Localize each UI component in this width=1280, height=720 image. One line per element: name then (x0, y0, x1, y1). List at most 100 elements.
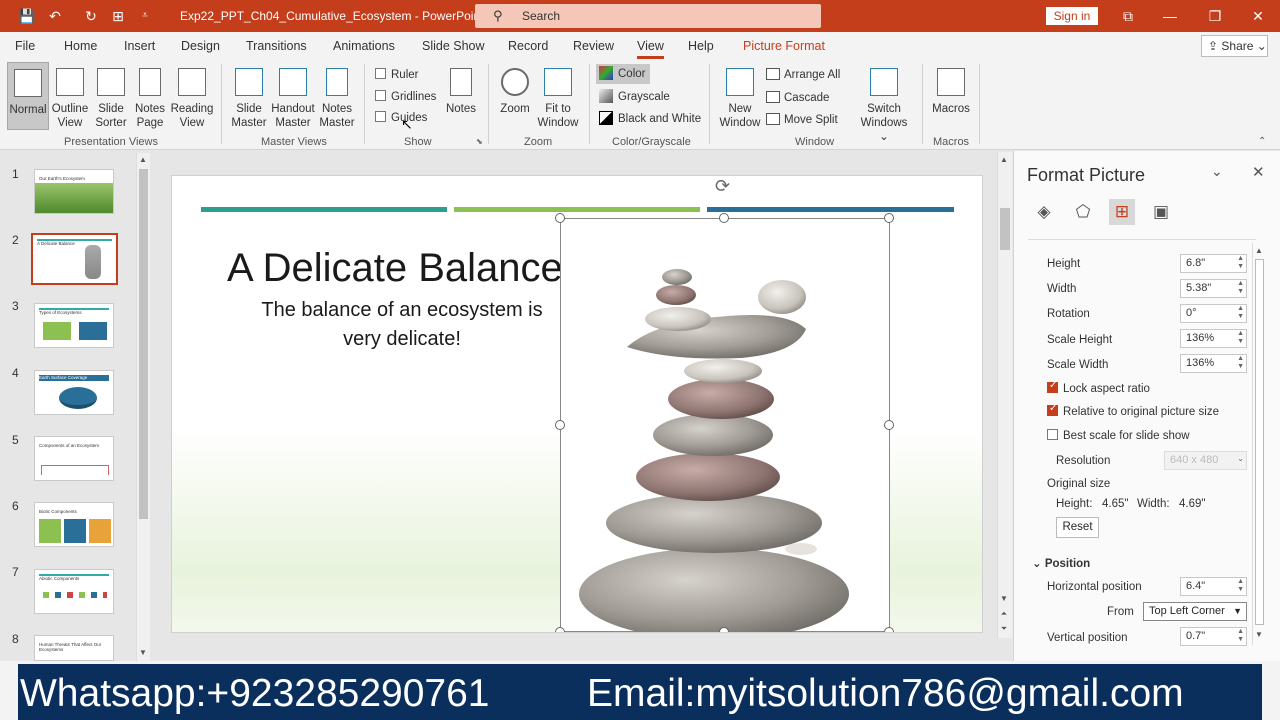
rotate-handle-icon[interactable]: ⟳ (715, 176, 730, 197)
previous-slide-icon[interactable]: ⏶ (998, 609, 1010, 619)
tab-view[interactable]: View (637, 39, 664, 59)
thumbnail-scrollbar[interactable] (136, 153, 150, 661)
search-box[interactable]: ⚲ Search (475, 4, 821, 28)
effects-icon[interactable]: ⬠ (1070, 199, 1096, 225)
slide-thumbnail-1[interactable]: Our Earth's Ecosystem (34, 169, 114, 214)
minimize-icon[interactable]: — (1160, 6, 1180, 26)
black-and-white-button[interactable]: Black and White (599, 109, 701, 129)
color-button[interactable]: Color (596, 64, 650, 84)
tab-slide-show[interactable]: Slide Show (422, 39, 485, 53)
scroll-down-icon[interactable]: ▼ (998, 594, 1010, 603)
tab-transitions[interactable]: Transitions (246, 39, 307, 53)
dialog-launcher-icon[interactable]: ⬊ (476, 137, 483, 146)
ribbon-display-icon[interactable]: ⧉ (1118, 6, 1138, 26)
slide-thumbnail-3[interactable]: Types of Ecosystems (34, 303, 114, 348)
zoom-button[interactable]: Zoom (497, 68, 533, 116)
scale-height-input[interactable]: 136% ▲ ▼ (1180, 329, 1247, 348)
slide-thumbnail-8[interactable]: Human Threats That Affect Our Ecosystems (34, 635, 114, 661)
spinner-icon[interactable]: ▲ ▼ (1237, 280, 1244, 296)
height-input[interactable]: 6.8" ▲ ▼ (1180, 254, 1247, 273)
macros-button[interactable]: Macros (930, 68, 972, 116)
arrange-all-button[interactable]: Arrange All (766, 68, 840, 81)
slide-subtitle[interactable]: The balance of an ecosystem is very deli… (242, 296, 562, 354)
notes-page-button[interactable]: Notes Page (132, 68, 168, 130)
outline-view-button[interactable]: Outline View (50, 68, 90, 130)
slide-thumbnail-6[interactable]: Biotic Components (34, 502, 114, 547)
slide-thumbnail-2[interactable]: A Delicate Balance (31, 233, 118, 285)
width-input[interactable]: 5.38" ▲ ▼ (1180, 279, 1247, 298)
grayscale-button[interactable]: Grayscale (599, 87, 670, 107)
scroll-up-icon[interactable]: ▲ (998, 155, 1010, 164)
spinner-icon[interactable]: ▲ ▼ (1237, 255, 1244, 271)
pane-scrollbar[interactable] (1252, 243, 1266, 645)
scroll-up-icon[interactable]: ▲ (137, 155, 149, 164)
share-button[interactable]: ⇪ Share ⌄ (1201, 35, 1268, 57)
redo-icon[interactable]: ↻ (82, 7, 100, 25)
slide-thumbnail-4[interactable]: Earth Surface Coverage (34, 370, 114, 415)
resize-handle-bottom-left[interactable] (555, 627, 565, 632)
close-icon[interactable]: ✕ (1248, 6, 1268, 26)
tab-review[interactable]: Review (573, 39, 614, 53)
cascade-button[interactable]: Cascade (766, 91, 829, 104)
spinner-icon[interactable]: ▲ ▼ (1237, 330, 1244, 346)
scroll-up-icon[interactable]: ▲ (1253, 246, 1265, 255)
scroll-down-icon[interactable]: ▼ (1253, 630, 1265, 639)
spinner-icon[interactable]: ▲ ▼ (1237, 305, 1244, 321)
slide-thumbnail-7[interactable]: Abiotic Components (34, 569, 114, 614)
position-section-header[interactable]: ⌄ Position (1032, 556, 1090, 570)
resize-handle-bottom[interactable] (719, 627, 729, 632)
notes-button[interactable]: Notes (444, 68, 478, 116)
scrollbar-thumb[interactable] (139, 169, 148, 519)
customize-toolbar-icon[interactable]: ⩡ (136, 7, 154, 25)
close-pane-icon[interactable]: ✕ (1252, 163, 1265, 181)
resize-handle-right[interactable] (884, 420, 894, 430)
tab-animations[interactable]: Animations (333, 39, 395, 53)
spinner-icon[interactable]: ▲ ▼ (1237, 355, 1244, 371)
slide-scrollbar-thumb[interactable] (1000, 208, 1010, 250)
resize-handle-top[interactable] (719, 213, 729, 223)
relative-original-checkbox[interactable]: Relative to original picture size (1047, 403, 1219, 418)
slide-canvas[interactable]: A Delicate Balance The balance of an eco… (171, 175, 983, 633)
reading-view-button[interactable]: Reading View (170, 68, 214, 130)
move-split-button[interactable]: Move Split (766, 113, 838, 126)
tab-insert[interactable]: Insert (124, 39, 155, 53)
selected-picture[interactable] (560, 218, 890, 632)
picture-icon[interactable]: ▣ (1148, 199, 1174, 225)
restore-icon[interactable]: ❐ (1205, 6, 1225, 26)
resize-handle-left[interactable] (555, 420, 565, 430)
next-slide-icon[interactable]: ⏷ (998, 624, 1010, 634)
slide-scrollbar[interactable] (997, 152, 1012, 638)
pane-options-chevron-icon[interactable]: ⌄ (1211, 163, 1223, 180)
slide-title[interactable]: A Delicate Balance (227, 246, 563, 291)
ruler-checkbox[interactable]: Ruler (375, 68, 418, 81)
present-icon[interactable]: ⊞ (109, 7, 127, 25)
horizontal-position-input[interactable]: 6.4" ▲ ▼ (1180, 577, 1247, 596)
tab-design[interactable]: Design (181, 39, 220, 53)
spinner-icon[interactable]: ▲ ▼ (1237, 578, 1244, 594)
switch-windows-button[interactable]: Switch Windows ⌄ (855, 68, 913, 144)
gridlines-checkbox[interactable]: Gridlines (375, 90, 436, 103)
save-icon[interactable]: 💾 (18, 7, 36, 25)
normal-view-button[interactable]: Normal (7, 62, 49, 130)
best-scale-checkbox[interactable]: Best scale for slide show (1047, 429, 1190, 442)
rotation-input[interactable]: 0° ▲ ▼ (1180, 304, 1247, 323)
scroll-down-icon[interactable]: ▼ (137, 648, 149, 657)
lock-aspect-checkbox[interactable]: Lock aspect ratio (1047, 380, 1150, 395)
handout-master-button[interactable]: Handout Master (270, 68, 316, 130)
fit-to-window-button[interactable]: Fit to Window (536, 68, 580, 130)
fill-line-icon[interactable]: ◈ (1031, 199, 1057, 225)
from-select[interactable]: Top Left Corner ▼ (1143, 602, 1247, 621)
vertical-position-input[interactable]: 0.7" ▲ ▼ (1180, 627, 1247, 646)
tab-picture-format[interactable]: Picture Format (743, 39, 825, 53)
pane-scrollbar-thumb[interactable] (1255, 259, 1264, 625)
scale-width-input[interactable]: 136% ▲ ▼ (1180, 354, 1247, 373)
spinner-icon[interactable]: ▲ ▼ (1237, 628, 1244, 644)
resize-handle-bottom-right[interactable] (884, 627, 894, 632)
tab-record[interactable]: Record (508, 39, 548, 53)
notes-master-button[interactable]: Notes Master (318, 68, 356, 130)
new-window-button[interactable]: New Window (718, 68, 762, 130)
resize-handle-top-right[interactable] (884, 213, 894, 223)
tab-help[interactable]: Help (688, 39, 714, 53)
slide-sorter-button[interactable]: Slide Sorter (92, 68, 130, 130)
tab-home[interactable]: Home (64, 39, 97, 53)
